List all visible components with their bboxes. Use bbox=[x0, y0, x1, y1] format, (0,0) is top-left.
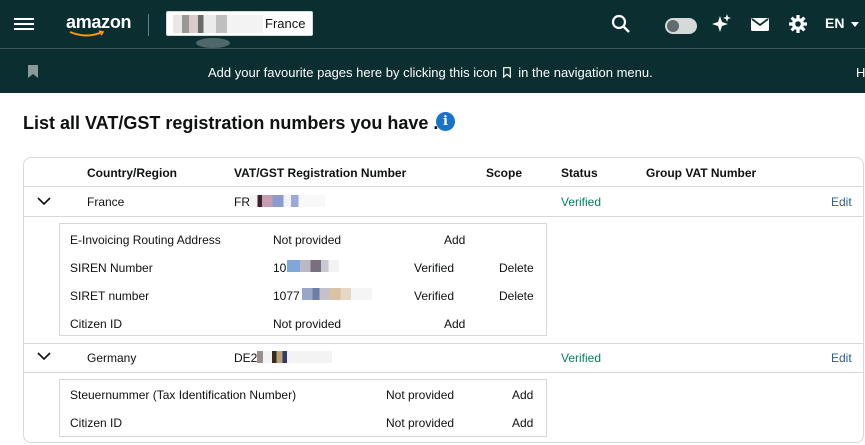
header-status: Status bbox=[561, 166, 598, 180]
language-selector[interactable]: EN bbox=[825, 15, 844, 31]
redacted-siren bbox=[287, 260, 339, 272]
top-navigation-bar: amazon France EN bbox=[0, 0, 865, 48]
status-badge: Verified bbox=[414, 261, 455, 275]
detail-value: Not provided bbox=[273, 317, 342, 331]
detail-label: Citizen ID bbox=[70, 317, 123, 331]
bookmark-outline-icon bbox=[502, 67, 511, 78]
marketplace-selector[interactable]: France bbox=[166, 11, 313, 36]
chevron-down-icon[interactable] bbox=[37, 196, 51, 206]
menu-icon[interactable] bbox=[14, 15, 34, 33]
detail-value: 10 bbox=[273, 261, 287, 275]
delete-siren-link[interactable]: Delete bbox=[499, 261, 534, 275]
marketplace-label: France bbox=[265, 16, 306, 31]
france-details-panel: E-Invoicing Routing Address Not provided… bbox=[59, 223, 547, 336]
detail-value: 1077 bbox=[273, 289, 300, 303]
detail-label: E-Invoicing Routing Address bbox=[70, 233, 221, 247]
chevron-down-icon[interactable] bbox=[37, 351, 51, 361]
add-citizen-id-link[interactable]: Add bbox=[512, 416, 533, 430]
divider bbox=[24, 343, 863, 344]
bookmark-icon[interactable] bbox=[28, 65, 38, 78]
sparkle-icon[interactable] bbox=[710, 13, 732, 35]
detail-value: Not provided bbox=[386, 388, 455, 402]
bookmark-hint: Add your favourite pages here by clickin… bbox=[208, 65, 653, 80]
info-icon[interactable]: i bbox=[436, 112, 455, 131]
divider bbox=[24, 216, 863, 217]
redacted-vat-number bbox=[250, 195, 325, 207]
bookmark-bar-overflow-text: H bbox=[856, 65, 865, 80]
detail-label: Citizen ID bbox=[70, 416, 123, 430]
mail-icon[interactable] bbox=[749, 13, 771, 35]
chevron-down-icon[interactable] bbox=[851, 22, 859, 27]
edit-france-link[interactable]: Edit bbox=[831, 195, 852, 209]
edit-germany-link[interactable]: Edit bbox=[831, 351, 852, 365]
header-vat-number: VAT/GST Registration Number bbox=[234, 166, 407, 180]
bookmark-hint-text-start: Add your favourite pages here by clickin… bbox=[208, 65, 498, 80]
header-scope: Scope bbox=[486, 166, 523, 180]
detail-label: SIREN Number bbox=[70, 261, 153, 275]
status-badge: Verified bbox=[561, 351, 602, 365]
add-steuernummer-link[interactable]: Add bbox=[512, 388, 533, 402]
vat-registration-table: Country/Region VAT/GST Registration Numb… bbox=[23, 157, 864, 443]
redacted-vat-number bbox=[257, 351, 332, 363]
vat-number-germany: DE2 bbox=[234, 351, 258, 365]
gear-icon[interactable] bbox=[787, 13, 809, 35]
add-einvoicing-link[interactable]: Add bbox=[444, 233, 465, 247]
theme-toggle[interactable] bbox=[665, 18, 697, 34]
redacted-siret bbox=[302, 288, 372, 300]
topbar-divider bbox=[148, 14, 149, 36]
status-badge: Verified bbox=[414, 289, 455, 303]
page-title: List all VAT/GST registration numbers yo… bbox=[23, 113, 439, 133]
redacted-shadow bbox=[196, 38, 230, 48]
germany-details-panel: Steuernummer (Tax Identification Number)… bbox=[59, 379, 547, 437]
status-badge: Verified bbox=[561, 195, 602, 209]
search-icon[interactable] bbox=[610, 13, 632, 35]
country-germany: Germany bbox=[87, 351, 137, 365]
redacted-store-name bbox=[173, 15, 263, 33]
detail-value: Not provided bbox=[273, 233, 342, 247]
divider bbox=[24, 372, 863, 373]
country-france: France bbox=[87, 195, 125, 209]
delete-siret-link[interactable]: Delete bbox=[499, 289, 534, 303]
header-country: Country/Region bbox=[87, 166, 177, 180]
amazon-smile-icon bbox=[69, 30, 105, 37]
add-citizen-id-link[interactable]: Add bbox=[444, 317, 465, 331]
header-group-vat: Group VAT Number bbox=[646, 166, 757, 180]
divider bbox=[24, 186, 863, 187]
detail-value: Not provided bbox=[386, 416, 455, 430]
bookmark-bar: Add your favourite pages here by clickin… bbox=[0, 48, 865, 93]
bookmark-hint-text-end: in the navigation menu. bbox=[518, 65, 653, 80]
detail-label: Steuernummer (Tax Identification Number) bbox=[70, 388, 297, 402]
detail-label: SIRET number bbox=[70, 289, 150, 303]
vat-number-france: FR bbox=[234, 195, 250, 209]
